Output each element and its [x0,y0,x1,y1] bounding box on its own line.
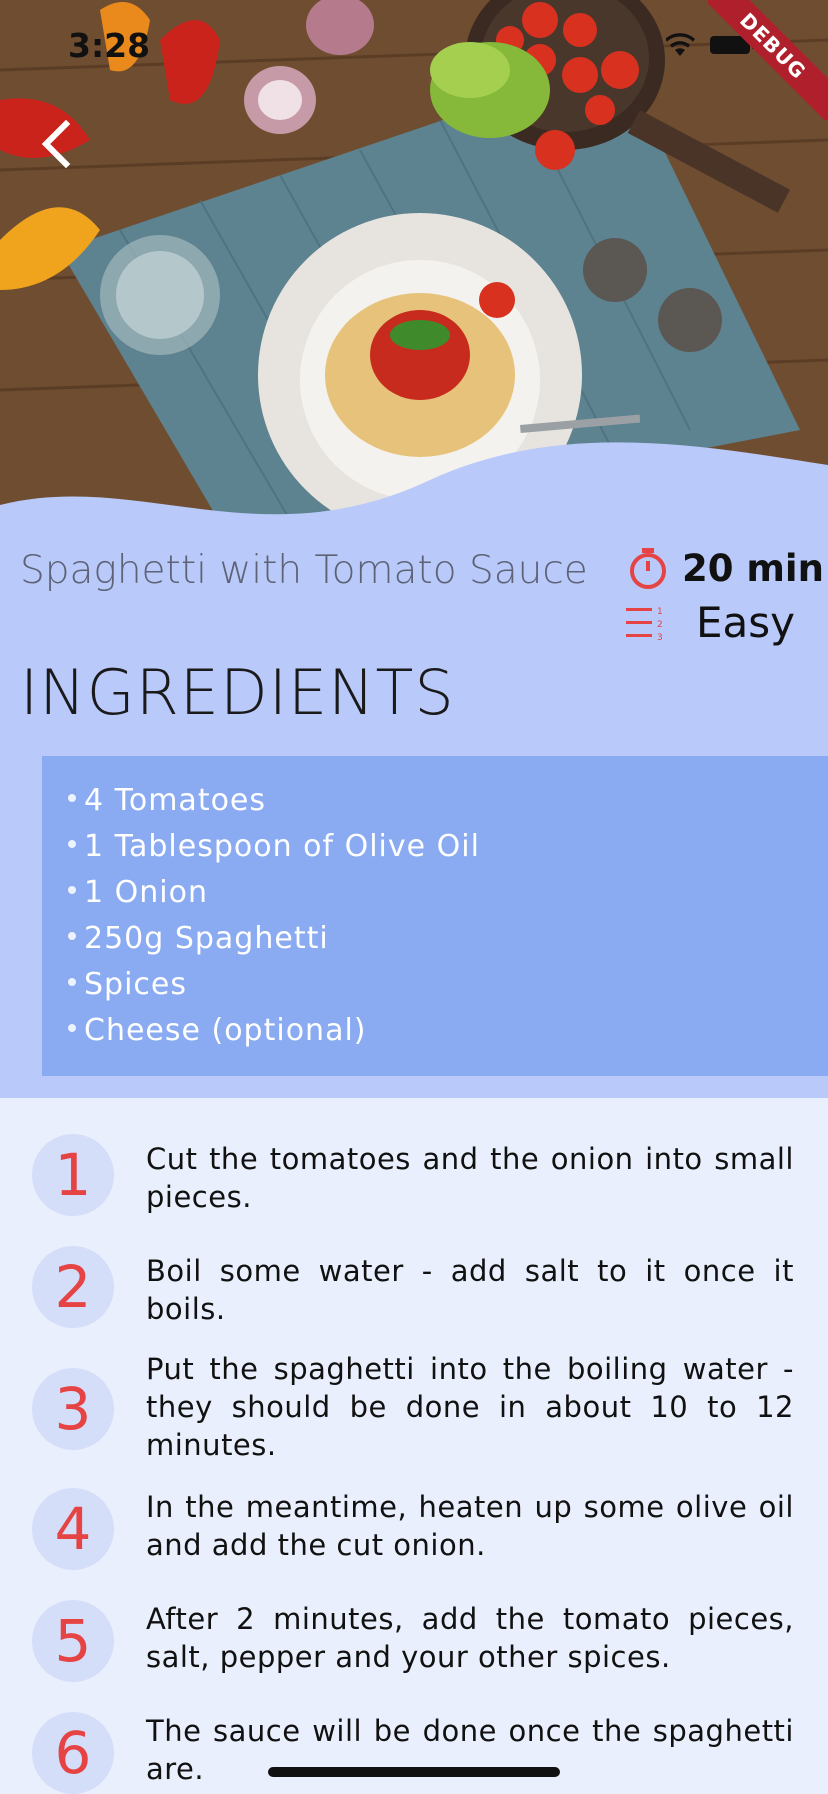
ingredient-item: Spices [68,962,828,1008]
step-text: Boil some water - add salt to it once it… [146,1254,794,1326]
step-number: 6 [32,1712,114,1794]
step-number: 3 [32,1368,114,1450]
cook-time: 20 min [626,546,824,590]
step-number: 5 [32,1600,114,1682]
steps-list: 1 Cut the tomatoes and the onion into sm… [0,1098,828,1794]
recipe-hero-image: 3:28 DEBUG [0,0,828,540]
ingredient-item: 1 Tablespoon of Olive Oil [68,824,828,870]
ingredient-item: Cheese (optional) [68,1008,828,1054]
step-number: 1 [32,1134,114,1216]
back-button[interactable] [36,116,80,172]
step-number: 4 [32,1488,114,1570]
recipe-title: Spaghetti with Tomato Sauce [20,548,588,593]
difficulty-list-icon: 1 2 3 [626,607,663,641]
ingredients-list: 4 Tomatoes 1 Tablespoon of Olive Oil 1 O… [42,756,828,1076]
ingredient-item: 4 Tomatoes [68,778,828,824]
step-text: In the meantime, heaten up some olive oi… [146,1490,794,1562]
chevron-left-icon [41,119,71,169]
ingredients-heading: INGREDIENTS [20,656,455,729]
svg-text:1: 1 [657,607,663,617]
timer-icon [630,548,666,589]
difficulty-value: Easy [696,598,796,647]
ingredient-item: 1 Onion [68,870,828,916]
svg-text:2: 2 [657,620,663,630]
recipe-info-section: Spaghetti with Tomato Sauce 20 min 1 2 3… [0,520,828,1098]
cook-time-value: 20 min [682,546,824,590]
debug-banner: DEBUG [708,0,828,120]
svg-text:3: 3 [657,633,663,641]
difficulty: 1 2 3 Easy [626,598,795,647]
wifi-icon [665,33,695,56]
home-indicator[interactable] [268,1767,560,1777]
step-number: 2 [32,1246,114,1328]
ingredient-item: 250g Spaghetti [68,916,828,962]
step-text: Put the spaghetti into the boiling water… [146,1352,794,1462]
status-time: 3:28 [68,26,151,65]
step-text: Cut the tomatoes and the onion into smal… [146,1142,794,1214]
step-text: After 2 minutes, add the tomato pieces, … [146,1602,794,1674]
